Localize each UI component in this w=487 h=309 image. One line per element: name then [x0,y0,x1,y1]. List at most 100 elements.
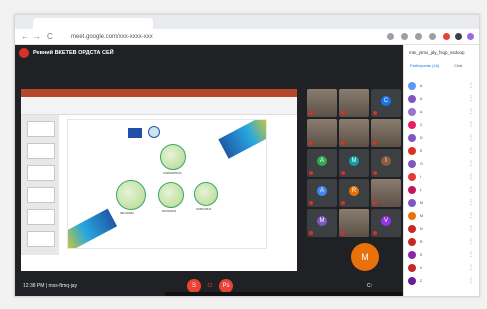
mic-muted-icon [309,141,313,145]
more-options-icon[interactable]: ⋮ [468,187,474,193]
participant-row[interactable]: Z ⋮ [408,276,479,287]
meeting-stage: CORONAVIRUS INFLUENZA ROTAVIRUS NOROVIRU… [15,61,403,275]
participant-row[interactable]: A ⋮ [408,94,479,105]
slide-thumb [27,143,55,159]
more-options-icon[interactable]: ⋮ [468,226,474,232]
participant-tile[interactable]: M [307,209,337,237]
participant-tile[interactable] [371,179,401,207]
profile-avatar-icon[interactable] [467,33,474,40]
participant-tile[interactable] [339,209,369,237]
participant-row[interactable]: N ⋮ [408,224,479,235]
tab-chat[interactable]: Chat [454,63,462,68]
more-options-icon[interactable]: ⋮ [468,135,474,141]
participant-avatar [408,173,416,181]
windows-taskbar [165,292,403,296]
more-options-icon[interactable]: ⋮ [468,252,474,258]
camera-off-button[interactable]: Ps [219,279,233,293]
participant-tile[interactable] [307,119,337,147]
participant-tile[interactable] [339,119,369,147]
more-options-icon[interactable]: ⋮ [468,265,474,271]
participant-row[interactable]: M ⋮ [408,211,479,222]
mic-muted-icon [309,111,313,115]
participant-row[interactable]: V ⋮ [408,263,479,274]
more-options-icon[interactable]: ⋮ [468,122,474,128]
more-options-icon[interactable]: ⋮ [468,109,474,115]
more-options-icon[interactable]: ⋮ [468,161,474,167]
panel-title: mtx_ytmx_jdy_fsqp_ssdoop [409,50,465,55]
participant-tile[interactable]: C [371,89,401,117]
reload-button[interactable]: C [47,32,53,42]
presenter-label: Ревний ВКЕТЕВ ОРДСТА СЕЙ [33,50,114,56]
mic-off-button[interactable]: S [187,279,201,293]
slide-thumb [27,165,55,181]
ext-icon-3[interactable] [415,33,422,40]
participant-row[interactable]: A ⋮ [408,107,479,118]
meeting-info: 12:38 PM | mxs-ftmq-jay [23,283,78,289]
presentation-header: Ревний ВКЕТЕВ ОРДСТА СЕЙ [15,45,403,61]
self-view-tile[interactable]: M [351,243,379,271]
participant-tile[interactable]: A [307,179,337,207]
more-options-icon[interactable]: ⋮ [468,213,474,219]
mic-muted-icon [373,171,377,175]
participant-initial-avatar: R [349,186,359,196]
participant-avatar [408,277,416,285]
participant-initial: A [420,110,423,114]
active-tab[interactable] [33,18,153,29]
more-options-icon[interactable]: ⋮ [468,239,474,245]
back-button[interactable]: ← [21,32,29,42]
participant-initial: R [420,240,423,244]
captions-button[interactable]: C↑ [363,279,377,293]
hangup-button[interactable]: ⏻ [205,279,215,293]
more-options-icon[interactable]: ⋮ [468,200,474,206]
participant-tile[interactable] [371,119,401,147]
participant-avatar [408,147,416,155]
participant-tile[interactable]: V [371,209,401,237]
ext-icon-5[interactable] [443,33,450,40]
participant-row[interactable]: G ⋮ [408,159,479,170]
participant-tile[interactable]: I [371,149,401,177]
tab-participants[interactable]: Participants (16) [410,63,439,68]
address-bar[interactable]: meet.google.com/xxx-xxxx-xxx [71,32,321,42]
more-options-icon[interactable]: ⋮ [468,148,474,154]
forward-button[interactable]: → [33,32,41,42]
slide-thumb [27,187,55,203]
ext-icon-6[interactable] [455,33,462,40]
more-options-icon[interactable]: ⋮ [468,174,474,180]
participant-initial: M [420,214,423,218]
ext-icon-1[interactable] [387,33,394,40]
participant-tile[interactable] [307,89,337,117]
more-options-icon[interactable]: ⋮ [468,278,474,284]
participant-initial: S [420,253,423,257]
slide-stripe-top [218,120,266,159]
participant-avatar [408,82,416,90]
participant-tile[interactable]: R [339,179,369,207]
participant-tile[interactable]: M [339,149,369,177]
participant-tile[interactable]: A [307,149,337,177]
slide-thumb [27,231,55,247]
more-options-icon[interactable]: ⋮ [468,83,474,89]
participant-row[interactable]: I ⋮ [408,172,479,183]
slide-label: NOROVIRUS [196,208,212,211]
participant-row[interactable]: S ⋮ [408,250,479,261]
participant-row[interactable]: E ⋮ [408,146,479,157]
mic-muted-icon [341,201,345,205]
participant-row[interactable]: C ⋮ [408,120,479,131]
more-options-icon[interactable]: ⋮ [468,96,474,102]
side-panel: mtx_ytmx_jdy_fsqp_ssdoop Participants (1… [403,45,479,296]
participant-avatar [408,95,416,103]
participant-row[interactable]: R ⋮ [408,237,479,248]
participant-tile[interactable] [339,89,369,117]
mic-muted-icon [373,111,377,115]
participant-initial: V [420,266,423,270]
participant-avatar [408,212,416,220]
program-logo-icon [148,126,160,138]
mic-muted-icon [373,231,377,235]
participant-row[interactable]: A ⋮ [408,81,479,92]
participant-row[interactable]: L ⋮ [408,185,479,196]
participant-row[interactable]: D ⋮ [408,133,479,144]
ext-icon-4[interactable] [429,33,436,40]
participant-row[interactable]: M ⋮ [408,198,479,209]
participant-avatar [408,264,416,272]
ext-icon-2[interactable] [401,33,408,40]
participant-avatar [408,121,416,129]
